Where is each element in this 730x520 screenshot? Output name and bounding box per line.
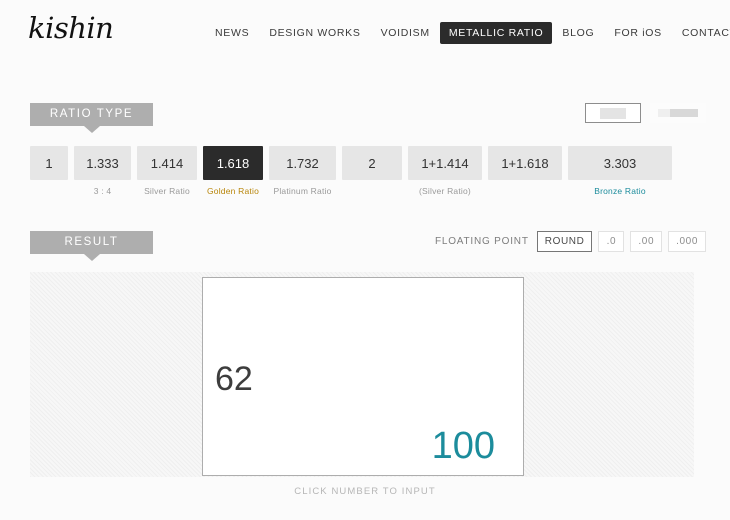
orientation-landscape-icon (600, 107, 626, 119)
nav-item-contact[interactable]: CONTACT (672, 22, 730, 44)
main-navigation: NEWS DESIGN WORKS VOIDISM METALLIC RATIO BLO… (205, 22, 730, 44)
result-tag-label: RESULT (30, 231, 153, 254)
ratio-button-1.732[interactable]: 1.732 (269, 146, 336, 180)
ratio-type-tag-label: RATIO TYPE (30, 103, 153, 126)
ratio-button-1.414[interactable]: 1.414 (137, 146, 197, 180)
ratio-sub-label: Bronze Ratio (594, 186, 646, 196)
ratio-button-1.333[interactable]: 1.333 (74, 146, 131, 180)
result-tag: RESULT (30, 231, 153, 261)
ratio-cell: 1.414 Silver Ratio (137, 146, 197, 196)
ratio-sub-label (371, 186, 374, 196)
tag-pointer-icon (83, 126, 100, 133)
view-mode-button-1[interactable] (585, 103, 641, 123)
ratio-cell: 2 (342, 146, 402, 196)
ratio-cell: 1+1.618 (488, 146, 562, 196)
ratio-cell: 1.333 3 : 4 (74, 146, 131, 196)
site-header: kishin NEWS DESIGN WORKS VOIDISM METALLIC R… (0, 0, 730, 60)
view-mode-toggle-group (585, 103, 706, 123)
floating-point-controls: FLOATING POINT ROUND .0.00.000 (435, 231, 706, 252)
result-canvas[interactable]: 62 100 (202, 277, 524, 476)
ratio-button-1.618[interactable]: 1.618 (203, 146, 263, 180)
floating-point-options: ROUND .0.00.000 (536, 231, 706, 252)
ratio-sub-label: Golden Ratio (206, 186, 259, 196)
ratio-cell: 1+1.414 (Silver Ratio) (408, 146, 482, 196)
ratio-type-list: 1 1.333 3 : 4 1.414 Silver Ratio 1.618 Golden… (30, 146, 672, 196)
ratio-button-1-1.414[interactable]: 1+1.414 (408, 146, 482, 180)
nav-item-blog[interactable]: BLOG (552, 22, 604, 44)
ratio-sub-label: 3 : 4 (93, 186, 112, 196)
ratio-cell: 1 (30, 146, 68, 196)
ratio-sub-label: (Silver Ratio) (419, 186, 471, 196)
ratio-cell: 3.303 Bronze Ratio (568, 146, 672, 196)
result-caption: CLICK NUMBER TO INPUT (294, 486, 436, 497)
view-mode-button-2[interactable] (650, 103, 706, 123)
ratio-button-3.303[interactable]: 3.303 (568, 146, 672, 180)
result-panel: 62 100 (30, 272, 694, 477)
ratio-button-1-1.618[interactable]: 1+1.618 (488, 146, 562, 180)
site-logo[interactable]: kishin (28, 10, 114, 46)
ratio-cell: 1.732 Platinum Ratio (269, 146, 336, 196)
ratio-type-tag: RATIO TYPE (30, 103, 153, 133)
orientation-wide-icon (658, 109, 698, 117)
floating-point-option-0[interactable]: .0 (598, 231, 625, 252)
ratio-sub-label (48, 186, 51, 196)
result-secondary-number[interactable]: 62 (215, 362, 253, 396)
floating-point-option-round[interactable]: ROUND (536, 231, 593, 252)
nav-item-for-ios[interactable]: FOR iOS (604, 22, 672, 44)
ratio-sub-label: Platinum Ratio (273, 186, 332, 196)
floating-point-label: FLOATING POINT (434, 236, 529, 247)
floating-point-option-000[interactable]: .000 (668, 231, 706, 252)
ratio-sub-label (524, 186, 527, 196)
tag-pointer-icon (83, 254, 100, 261)
ratio-button-2[interactable]: 2 (342, 146, 402, 180)
page-root: kishin NEWS DESIGN WORKS VOIDISM METALLIC R… (0, 0, 730, 520)
nav-item-voidism[interactable]: VOIDISM (371, 22, 440, 44)
nav-item-design-works[interactable]: DESIGN WORKS (259, 22, 370, 44)
nav-item-news[interactable]: NEWS (205, 22, 259, 44)
ratio-sub-label: Silver Ratio (144, 186, 190, 196)
ratio-cell: 1.618 Golden Ratio (203, 146, 263, 196)
ratio-button-1[interactable]: 1 (30, 146, 68, 180)
result-primary-number[interactable]: 100 (432, 427, 495, 465)
nav-item-metallic-ratio[interactable]: METALLIC RATIO (439, 22, 553, 44)
floating-point-option-00[interactable]: .00 (630, 231, 663, 252)
